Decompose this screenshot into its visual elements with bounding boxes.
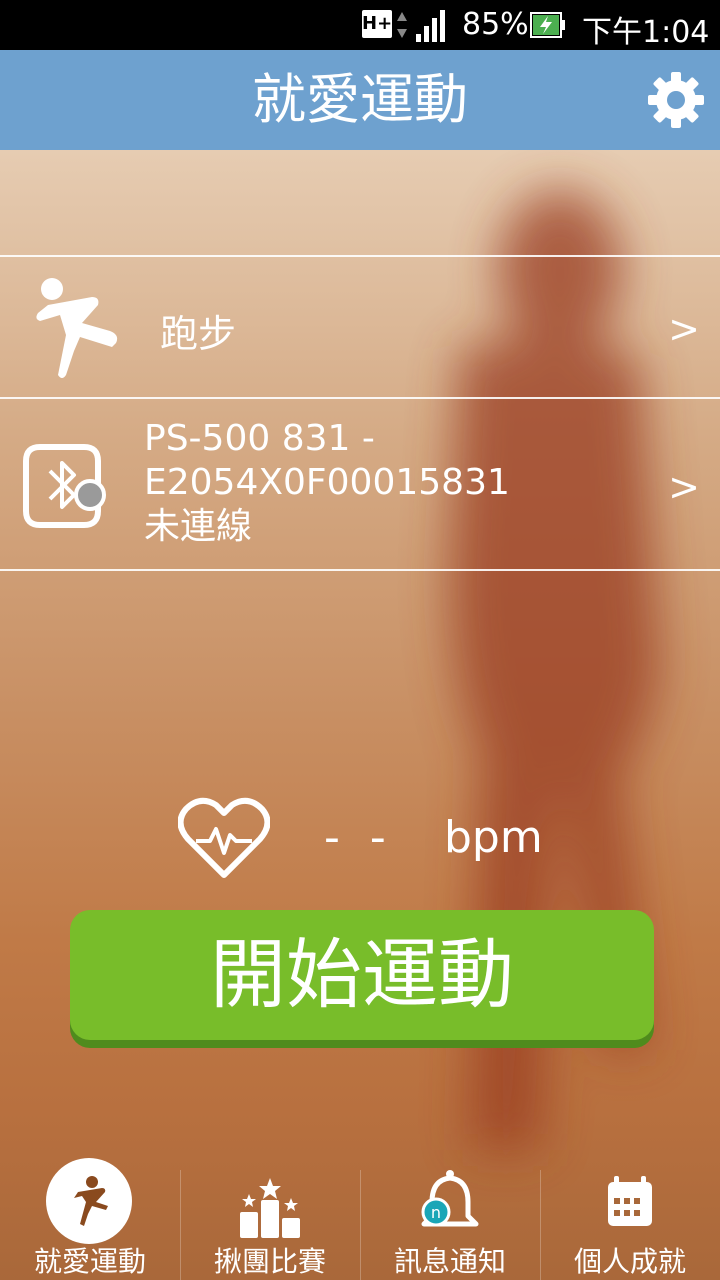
nav-item-sport[interactable]: 就愛運動 <box>0 1150 180 1280</box>
chevron-right-icon: > <box>668 465 700 509</box>
heart-rate-icon <box>178 797 270 878</box>
device-row[interactable]: PS-500 831 - E2054X0F00015831 未連線 > <box>0 397 720 571</box>
gear-icon[interactable] <box>644 68 708 132</box>
battery-charging-icon <box>530 12 565 38</box>
device-info: PS-500 831 - E2054X0F00015831 未連線 <box>144 417 510 549</box>
bluetooth-device-icon <box>23 444 106 528</box>
connection-status: 未連線 <box>144 506 253 547</box>
device-name-line1: PS-500 831 - <box>144 418 375 459</box>
clock: 下午1:04 <box>582 15 710 50</box>
status-bar: H+ 85% 下午1:04 <box>0 0 720 50</box>
sport-selector-row[interactable]: 跑步 > <box>0 255 720 398</box>
calendar-icon <box>608 1176 652 1226</box>
nav-label: 訊息通知 <box>393 1245 506 1278</box>
nav-label: 就愛運動 <box>33 1245 146 1278</box>
network-type: H+ <box>362 10 392 38</box>
bottom-nav: 就愛運動 揪團比賽 n 訊息通知 個人成就 <box>0 1150 720 1280</box>
nav-item-group-race[interactable]: 揪團比賽 <box>180 1150 360 1280</box>
podium-icon <box>240 1178 300 1238</box>
sport-label: 跑步 <box>160 312 237 356</box>
chevron-right-icon: > <box>668 307 700 351</box>
app-header: 就愛運動 <box>0 50 720 150</box>
device-name-line2: E2054X0F00015831 <box>144 462 510 503</box>
svg-text:n: n <box>431 1203 441 1222</box>
nav-item-notifications[interactable]: n 訊息通知 <box>360 1150 540 1280</box>
nav-label: 揪團比賽 <box>213 1245 326 1278</box>
page-title: 就愛運動 <box>252 68 468 131</box>
battery-percent: 85% <box>462 7 529 42</box>
data-activity-icon <box>397 12 407 38</box>
heart-rate-value: - - <box>324 812 394 863</box>
nav-item-achievements[interactable]: 個人成就 <box>540 1150 720 1280</box>
heart-rate-unit: bpm <box>444 812 543 863</box>
signal-icon <box>416 10 445 42</box>
running-icon <box>36 278 118 378</box>
nav-label: 個人成就 <box>573 1245 686 1278</box>
bell-icon: n <box>421 1170 479 1227</box>
running-icon <box>74 1176 108 1226</box>
start-workout-button[interactable]: 開始運動 <box>70 910 654 1040</box>
